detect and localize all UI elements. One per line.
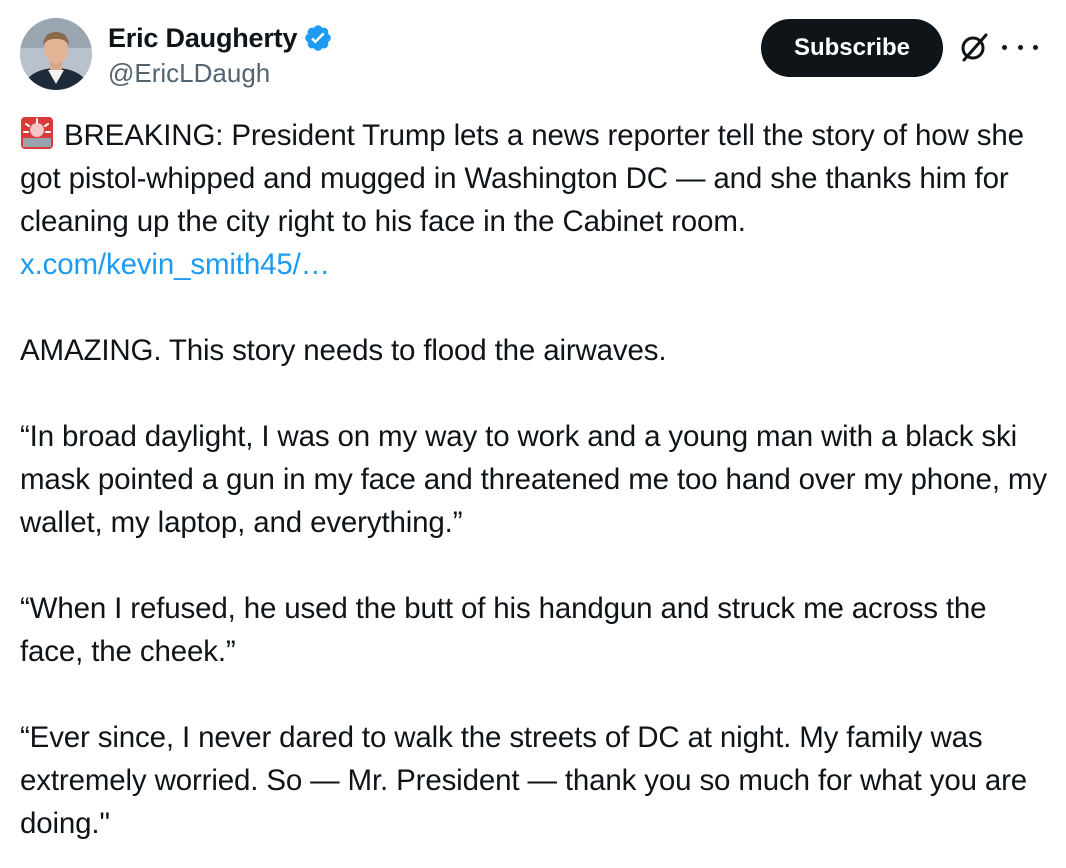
author-handle[interactable]: @EricLDaugh <box>108 58 333 89</box>
profile-photo-icon <box>20 18 92 90</box>
tweet-paragraph-3: “In broad daylight, I was on my way to w… <box>20 420 1047 539</box>
tweet-paragraph-5: “Ever since, I never dared to walk the s… <box>20 721 1028 840</box>
avatar[interactable] <box>20 18 92 90</box>
grok-icon[interactable] <box>957 30 991 64</box>
tweet-text: BREAKING: President Trump lets a news re… <box>20 114 1050 845</box>
verified-badge-icon[interactable] <box>303 23 333 53</box>
police-light-emoji-icon <box>20 116 54 150</box>
tweet-header: Eric Daugherty @EricLDaugh Subscribe <box>20 18 1046 92</box>
tweet-link[interactable]: x.com/kevin_smith45/… <box>20 248 330 281</box>
author-info: Eric Daugherty @EricLDaugh <box>108 20 333 89</box>
more-icon[interactable] <box>1002 38 1038 56</box>
tweet-paragraph-4: “When I refused, he used the butt of his… <box>20 592 987 668</box>
author-name[interactable]: Eric Daugherty <box>108 23 297 54</box>
tweet-paragraph-2: AMAZING. This story needs to flood the a… <box>20 334 667 367</box>
subscribe-button[interactable]: Subscribe <box>761 19 943 77</box>
tweet-line-breaking: BREAKING: President Trump lets a news re… <box>20 119 1024 238</box>
tweet-paragraph-1: BREAKING: President Trump lets a news re… <box>20 114 1050 286</box>
